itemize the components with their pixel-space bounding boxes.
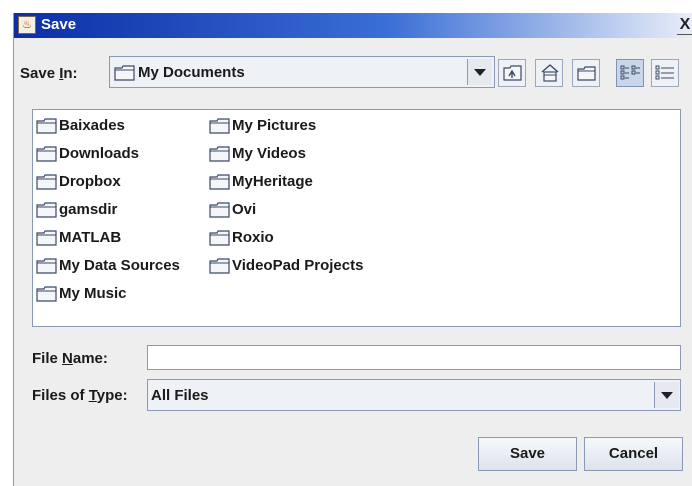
window-title: Save	[41, 16, 77, 33]
file-type-dropdown-arrow[interactable]	[654, 382, 679, 408]
save-in-label-prefix: Save	[20, 65, 60, 82]
list-view-button[interactable]	[616, 59, 644, 87]
title-bar[interactable]: ♨ Save X	[14, 13, 692, 38]
file-list-item[interactable]: Downloads	[33, 140, 180, 168]
file-list-item[interactable]: Baixades	[33, 112, 180, 140]
save-button[interactable]: Save	[478, 437, 577, 471]
file-type-label-mnemonic: T	[88, 387, 97, 404]
file-list-item[interactable]: MATLAB	[33, 224, 180, 252]
save-in-label: Save In:	[20, 65, 78, 82]
new-folder-icon	[577, 66, 596, 81]
file-list-column-1: Baixades Downloads Dropbox gamsdir MATLAB My …	[33, 112, 180, 308]
file-list-item[interactable]: VideoPad Projects	[206, 252, 363, 280]
folder-icon	[36, 174, 57, 190]
file-name-label: File Name:	[32, 350, 108, 367]
file-list-item-label: Ovi	[232, 201, 257, 218]
folder-icon	[36, 146, 57, 162]
file-list-item-label: My Music	[59, 285, 127, 302]
save-in-value: My Documents	[138, 64, 245, 81]
list-view-icon	[620, 65, 640, 80]
file-list-item-label: Downloads	[59, 145, 140, 162]
file-list-item-label: MyHeritage	[232, 173, 313, 190]
file-list-item-label: My Pictures	[232, 117, 317, 134]
file-name-label-suffix: ame:	[72, 350, 108, 367]
file-type-value: All Files	[151, 387, 209, 404]
folder-icon	[114, 65, 135, 81]
file-list-item[interactable]: Roxio	[206, 224, 363, 252]
folder-icon	[36, 258, 57, 274]
folder-icon	[209, 174, 230, 190]
file-list-item[interactable]: My Pictures	[206, 112, 363, 140]
file-name-label-mnemonic: N	[62, 350, 73, 367]
save-in-dropdown-arrow[interactable]	[467, 59, 492, 85]
file-type-label-prefix: Files of	[32, 387, 89, 404]
file-list-item-label: Baixades	[59, 117, 125, 134]
java-app-icon: ♨	[18, 16, 36, 34]
file-list-column-2: My Pictures My Videos MyHeritage Ovi Roxio Vi…	[206, 112, 363, 280]
home-icon	[541, 64, 559, 82]
file-list-item-label: Dropbox	[59, 173, 121, 190]
file-type-label: Files of Type:	[32, 387, 128, 404]
file-list-item[interactable]: gamsdir	[33, 196, 180, 224]
home-button[interactable]	[535, 59, 563, 87]
folder-icon	[209, 230, 230, 246]
file-list-item-label: VideoPad Projects	[232, 257, 364, 274]
file-type-combo[interactable]: All Files	[147, 379, 681, 411]
details-view-button[interactable]	[651, 59, 679, 87]
file-list-item[interactable]: MyHeritage	[206, 168, 363, 196]
file-list[interactable]: Baixades Downloads Dropbox gamsdir MATLAB My …	[32, 109, 681, 327]
save-in-combo[interactable]: My Documents	[109, 56, 495, 88]
file-name-input[interactable]	[147, 345, 681, 370]
folder-icon	[36, 286, 57, 302]
details-view-icon	[655, 65, 674, 80]
up-one-level-icon	[503, 65, 522, 81]
file-list-item-label: gamsdir	[59, 201, 118, 218]
file-list-item[interactable]: My Music	[33, 280, 180, 308]
file-list-item-label: My Data Sources	[59, 257, 180, 274]
folder-icon	[36, 202, 57, 218]
file-list-item-label: MATLAB	[59, 229, 122, 246]
file-type-label-suffix: ype:	[96, 387, 128, 404]
folder-icon	[209, 202, 230, 218]
cancel-button[interactable]: Cancel	[584, 437, 683, 471]
folder-icon	[209, 146, 230, 162]
file-list-item[interactable]: Ovi	[206, 196, 363, 224]
file-list-item-label: Roxio	[232, 229, 274, 246]
file-name-label-prefix: File	[32, 350, 63, 367]
file-list-item[interactable]: My Videos	[206, 140, 363, 168]
folder-icon	[36, 118, 57, 134]
file-list-item-label: My Videos	[232, 145, 306, 162]
up-one-level-button[interactable]	[498, 59, 526, 87]
new-folder-button[interactable]	[572, 59, 600, 87]
close-button[interactable]: X	[677, 17, 692, 35]
save-in-label-suffix: n:	[63, 65, 78, 82]
save-dialog: ♨ Save X Save In: My Documents Baixades …	[13, 13, 692, 486]
folder-icon	[36, 230, 57, 246]
folder-icon	[209, 258, 230, 274]
folder-icon	[209, 118, 230, 134]
file-list-item[interactable]: Dropbox	[33, 168, 180, 196]
file-list-item[interactable]: My Data Sources	[33, 252, 180, 280]
